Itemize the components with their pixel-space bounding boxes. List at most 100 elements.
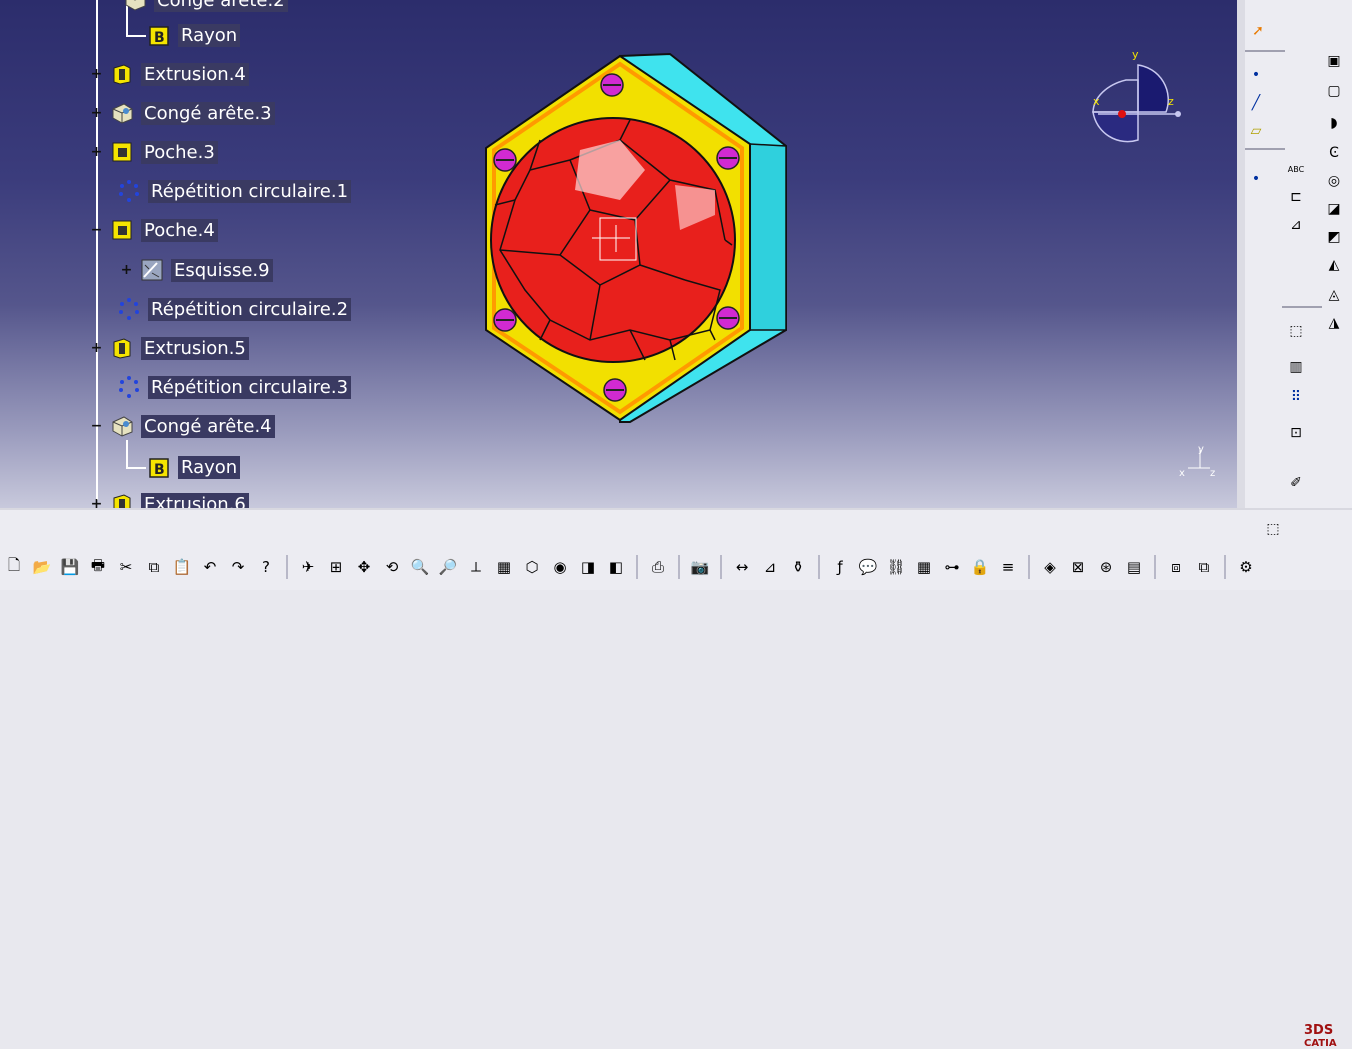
capture-icon[interactable]: 📷	[688, 555, 712, 579]
redo-icon[interactable]: ↷	[226, 555, 250, 579]
tree-item-conge-arete-3[interactable]: + Congé arête.3	[90, 99, 275, 127]
tree-branch-line	[126, 467, 146, 469]
tree-item-repetition-circulaire-3[interactable]: Répétition circulaire.3	[96, 373, 352, 401]
open-icon[interactable]: 📂	[30, 555, 54, 579]
fly-mode-icon[interactable]: ✈	[296, 555, 320, 579]
pad-icon	[109, 491, 135, 508]
groove-tool-icon[interactable]: Ͼ	[1323, 142, 1345, 164]
undo-icon[interactable]: ↶	[198, 555, 222, 579]
rib-tool-icon[interactable]: ◪	[1323, 198, 1345, 220]
zoom-in-icon[interactable]: 🔍	[408, 555, 432, 579]
catalog-icon[interactable]: ⎙	[646, 555, 670, 579]
formula-icon[interactable]: ƒ	[828, 555, 852, 579]
tree-item-esquisse-9[interactable]: + Esquisse.9	[120, 256, 273, 284]
settings-icon[interactable]: ⚙	[1234, 555, 1258, 579]
iso-view-icon[interactable]: ⬡	[520, 555, 544, 579]
loft-tool-icon[interactable]: ◬	[1323, 284, 1345, 306]
pad-icon	[109, 61, 135, 87]
copy-icon[interactable]: ⧉	[142, 555, 166, 579]
rotate-icon[interactable]: ⟲	[380, 555, 404, 579]
line-icon[interactable]: ╱	[1245, 92, 1267, 114]
expand-icon[interactable]: +	[90, 341, 103, 355]
measure-icon[interactable]: ⊿	[1285, 214, 1307, 236]
part-3d-model[interactable]	[470, 40, 810, 440]
comment-icon[interactable]: 💬	[856, 555, 880, 579]
render-icon[interactable]: ⊛	[1094, 555, 1118, 579]
shading-icon[interactable]: ◉	[548, 555, 572, 579]
part-tool-icon[interactable]: ⬚	[1285, 320, 1307, 342]
expand-icon[interactable]: +	[90, 497, 103, 509]
point-icon[interactable]: •	[1245, 64, 1267, 86]
normal-view-icon[interactable]: ⟂	[464, 555, 488, 579]
expand-icon[interactable]: +	[120, 263, 133, 277]
scaling-icon[interactable]: ⊡	[1285, 422, 1307, 444]
slot-tool-icon[interactable]: ◩	[1323, 226, 1345, 248]
measure-between-icon[interactable]: ↔	[730, 555, 754, 579]
shaft-tool-icon[interactable]: ◗	[1323, 112, 1345, 134]
rect-pattern-icon[interactable]: ⠿	[1285, 386, 1307, 408]
annotation-icon[interactable]: ⊏	[1285, 186, 1307, 208]
zoom-out-icon[interactable]: 🔎	[436, 555, 460, 579]
product-knowledge-icon[interactable]: ⬚	[1262, 518, 1284, 540]
3d-viewport[interactable]: Congé arête.2 B Rayon + Extrusion.4 + Co…	[0, 0, 1237, 508]
toolbar-separator	[1028, 555, 1030, 579]
link-icon[interactable]: ⛓	[884, 555, 908, 579]
material-library-icon[interactable]: ▤	[1122, 555, 1146, 579]
new-icon[interactable]: 🗋	[2, 555, 26, 579]
fillet-icon	[122, 0, 148, 13]
toolbar-separator	[720, 555, 722, 579]
pan-icon[interactable]: ✥	[352, 555, 376, 579]
stiffener-tool-icon[interactable]: ◭	[1323, 254, 1345, 276]
table-icon[interactable]: ▦	[912, 555, 936, 579]
hide-show-icon[interactable]: ◨	[576, 555, 600, 579]
tree-item-repetition-circulaire-1[interactable]: Répétition circulaire.1	[96, 177, 352, 205]
equivalent-icon[interactable]: ≡	[996, 555, 1020, 579]
multi-view-icon[interactable]: ▦	[492, 555, 516, 579]
tree-item-poche-4[interactable]: − Poche.4	[90, 216, 218, 244]
tree-item-repetition-circulaire-2[interactable]: Répétition circulaire.2	[96, 295, 352, 323]
point-tools-icon[interactable]: •	[1245, 168, 1267, 190]
sketcher-icon[interactable]: ✐	[1285, 472, 1307, 494]
remove-loft-tool-icon[interactable]: ◮	[1323, 312, 1345, 334]
expand-icon[interactable]: +	[90, 145, 103, 159]
specification-tree: Congé arête.2 B Rayon + Extrusion.4 + Co…	[0, 0, 400, 508]
pad-tool-icon[interactable]: ▣	[1323, 50, 1345, 72]
print-icon[interactable]: 🖶	[86, 555, 110, 579]
collapse-icon[interactable]: −	[90, 419, 103, 433]
tree-item-conge-arete-4[interactable]: − Congé arête.4	[90, 412, 275, 440]
fit-all-icon[interactable]: ⊞	[324, 555, 348, 579]
tree-item-poche-3[interactable]: + Poche.3	[90, 138, 218, 166]
paste-icon[interactable]: 📋	[170, 555, 194, 579]
hole-tool-icon[interactable]: ◎	[1323, 170, 1345, 192]
toolbar-separator	[1154, 555, 1156, 579]
tree-icon[interactable]: ⊶	[940, 555, 964, 579]
expand-icon[interactable]: +	[90, 67, 103, 81]
texture-icon[interactable]: ⊠	[1066, 555, 1090, 579]
apply-material-icon[interactable]: ◈	[1038, 555, 1062, 579]
swap-space-icon[interactable]: ◧	[604, 555, 628, 579]
tree-branch-line	[126, 35, 146, 37]
plane-icon[interactable]: ▱	[1245, 120, 1267, 142]
tree-item-conge-arete-2[interactable]: Congé arête.2	[122, 0, 288, 14]
save-icon[interactable]: 💾	[58, 555, 82, 579]
tree-item-extrusion-6[interactable]: + Extrusion.6	[90, 490, 249, 508]
expand-icon[interactable]: +	[90, 106, 103, 120]
collapse-icon[interactable]: −	[90, 223, 103, 237]
layer-icon[interactable]: ⧈	[1164, 555, 1188, 579]
measure-item-icon[interactable]: ⊿	[758, 555, 782, 579]
cut-icon[interactable]: ✂	[114, 555, 138, 579]
text-abc-icon[interactable]: ABC	[1285, 158, 1307, 180]
tree-item-rayon[interactable]: B Rayon	[146, 21, 241, 49]
pocket-tool-icon[interactable]: ▢	[1323, 80, 1345, 102]
properties-icon[interactable]: ⧉	[1192, 555, 1216, 579]
lock-icon[interactable]: 🔒	[968, 555, 992, 579]
compass-widget[interactable]: y x z	[1088, 50, 1188, 150]
tree-item-extrusion-4[interactable]: + Extrusion.4	[90, 60, 249, 88]
triad-y-label: y	[1198, 444, 1204, 455]
transform-icon[interactable]: ▥	[1285, 356, 1307, 378]
measure-inertia-icon[interactable]: ⚱	[786, 555, 810, 579]
select-arrow-icon[interactable]: ➚	[1247, 20, 1269, 42]
whats-this-icon[interactable]: ?	[254, 555, 278, 579]
tree-item-extrusion-5[interactable]: + Extrusion.5	[90, 334, 249, 362]
tree-item-rayon-2[interactable]: B Rayon	[146, 453, 241, 481]
